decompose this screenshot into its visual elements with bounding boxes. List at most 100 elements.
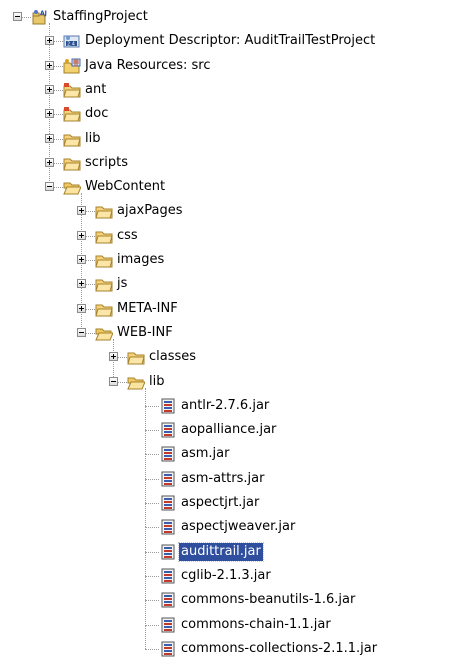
tree-node-label: aspectjrt.jar bbox=[181, 495, 260, 510]
expand-icon[interactable] bbox=[45, 133, 54, 143]
tree-node-label: aspectjweaver.jar bbox=[181, 519, 296, 535]
tree-node-label: js bbox=[117, 276, 128, 292]
tree-node-label: doc bbox=[85, 106, 109, 122]
expand-icon[interactable] bbox=[77, 206, 86, 216]
svg-text:AJ: AJ bbox=[40, 10, 47, 17]
tree-node-web-inf-lib[interactable]: lib bbox=[0, 371, 450, 393]
folder-open-icon bbox=[95, 325, 114, 341]
folder-icon bbox=[127, 349, 145, 365]
tree-node-jar[interactable]: aopalliance.jar bbox=[0, 419, 450, 441]
tree-node-label: commons-beanutils-1.6.jar bbox=[181, 592, 356, 608]
tree-node-classes[interactable]: classes bbox=[0, 346, 450, 368]
tree-node-css[interactable]: css bbox=[0, 225, 450, 247]
jar-icon bbox=[159, 544, 177, 560]
tree-node-label: cglib-2.1.3.jar bbox=[181, 567, 271, 583]
tree-node-label: lib bbox=[149, 373, 165, 389]
jar-icon bbox=[159, 422, 177, 438]
folder-icon bbox=[95, 228, 113, 244]
jar-icon bbox=[159, 592, 177, 608]
expand-icon[interactable] bbox=[45, 157, 54, 167]
java-resources-icon bbox=[63, 58, 81, 74]
jar-icon bbox=[159, 471, 177, 487]
tree-node-label: Deployment Descriptor: AuditTrailTestPro… bbox=[85, 33, 376, 49]
tree-node-meta-inf[interactable]: META-INF bbox=[0, 298, 450, 320]
tree-node-deployment-descriptor[interactable]: 2.4 Deployment Descriptor: AuditTrailTest… bbox=[0, 30, 450, 52]
tree-node-jar[interactable]: cglib-2.1.3.jar bbox=[0, 565, 450, 587]
tree-node-label: lib bbox=[85, 130, 101, 146]
jar-icon bbox=[159, 495, 177, 511]
collapse-icon[interactable] bbox=[13, 12, 22, 21]
tree-node-jar[interactable]: aspectjrt.jar bbox=[0, 492, 450, 514]
tree-node-jar[interactable]: audittrail.jar bbox=[0, 541, 450, 563]
expand-icon[interactable] bbox=[77, 279, 86, 289]
tree-node-jar[interactable]: commons-collections-2.1.1.jar bbox=[0, 638, 450, 660]
tree-node-label: commons-collections-2.1.1.jar bbox=[181, 640, 378, 656]
tree-node-jar[interactable]: commons-beanutils-1.6.jar bbox=[0, 589, 450, 611]
tree-node-label: classes bbox=[149, 349, 197, 365]
tree-node-label: StaffingProject bbox=[53, 9, 148, 24]
collapse-icon[interactable] bbox=[45, 182, 54, 192]
tree-node-scripts[interactable]: scripts bbox=[0, 152, 450, 174]
tree-node-jar[interactable]: commons-chain-1.1.jar bbox=[0, 614, 450, 636]
folder-open-icon bbox=[127, 374, 146, 390]
tree-node-ant[interactable]: ant bbox=[0, 79, 450, 101]
tree-node-web-inf[interactable]: WEB-INF bbox=[0, 322, 450, 344]
tree-node-label: css bbox=[117, 227, 138, 243]
jar-icon bbox=[159, 641, 177, 657]
tree-node-label: commons-chain-1.1.jar bbox=[181, 616, 331, 632]
deployment-descriptor-icon: 2.4 bbox=[63, 33, 81, 49]
tree-node-images[interactable]: images bbox=[0, 249, 450, 271]
tree-node-label: ant bbox=[85, 81, 107, 97]
folder-icon bbox=[95, 252, 113, 268]
tree-node-lib[interactable]: lib bbox=[0, 128, 450, 150]
tree-node-label: scripts bbox=[85, 154, 128, 170]
tree-node-label: audittrail.jar bbox=[178, 541, 264, 562]
jar-icon bbox=[159, 568, 177, 584]
collapse-icon[interactable] bbox=[77, 327, 86, 337]
expand-icon[interactable] bbox=[45, 36, 54, 46]
folder-icon bbox=[95, 276, 113, 292]
tree-node-ajaxpages[interactable]: ajaxPages bbox=[0, 200, 450, 222]
tree-node-label: WEB-INF bbox=[117, 324, 173, 340]
jar-icon bbox=[159, 617, 177, 633]
expand-icon[interactable] bbox=[77, 255, 86, 264]
tree-node-jar[interactable]: aspectjweaver.jar bbox=[0, 516, 450, 538]
jar-icon bbox=[159, 446, 177, 462]
source-folder-icon bbox=[63, 106, 81, 122]
project-icon: AJ bbox=[31, 9, 49, 25]
tree-node-webcontent[interactable]: WebContent bbox=[0, 176, 450, 198]
tree-node-jar[interactable]: antlr-2.7.6.jar bbox=[0, 395, 450, 417]
tree-node-jar[interactable]: asm.jar bbox=[0, 443, 450, 465]
tree-node-doc[interactable]: doc bbox=[0, 103, 450, 125]
source-folder-icon bbox=[63, 82, 81, 98]
expand-icon[interactable] bbox=[45, 60, 54, 70]
tree-node-label: ajaxPages bbox=[117, 203, 183, 219]
tree-node-label: antlr-2.7.6.jar bbox=[181, 397, 270, 413]
tree-node-label: aopalliance.jar bbox=[181, 422, 277, 438]
project-explorer-tree: AJ StaffingProject 2.4 Deployment Descripto… bbox=[0, 0, 450, 657]
tree-node-label: asm.jar bbox=[181, 446, 230, 462]
svg-text:2.4: 2.4 bbox=[67, 42, 75, 48]
expand-icon[interactable] bbox=[45, 109, 54, 119]
folder-icon bbox=[95, 203, 113, 219]
expand-icon[interactable] bbox=[45, 84, 54, 94]
tree-node-label: Java Resources: src bbox=[85, 57, 211, 73]
tree-node-label: META-INF bbox=[117, 300, 178, 316]
tree-node-jar[interactable]: asm-attrs.jar bbox=[0, 468, 450, 490]
tree-node-staffingproject[interactable]: AJ StaffingProject bbox=[0, 6, 450, 28]
tree-node-label: WebContent bbox=[85, 179, 166, 195]
folder-open-icon bbox=[63, 179, 82, 195]
jar-icon bbox=[159, 398, 177, 414]
collapse-icon[interactable] bbox=[109, 376, 118, 386]
jar-icon bbox=[159, 519, 177, 535]
expand-icon[interactable] bbox=[77, 303, 86, 313]
tree-node-label: images bbox=[117, 252, 165, 267]
tree-node-java-resources[interactable]: Java Resources: src bbox=[0, 55, 450, 77]
folder-icon bbox=[63, 131, 81, 147]
folder-icon bbox=[95, 301, 113, 317]
tree-node-label: asm-attrs.jar bbox=[181, 470, 265, 486]
expand-icon[interactable] bbox=[77, 230, 86, 240]
tree-node-js[interactable]: js bbox=[0, 273, 450, 295]
expand-icon[interactable] bbox=[109, 352, 118, 362]
folder-icon bbox=[63, 155, 81, 171]
